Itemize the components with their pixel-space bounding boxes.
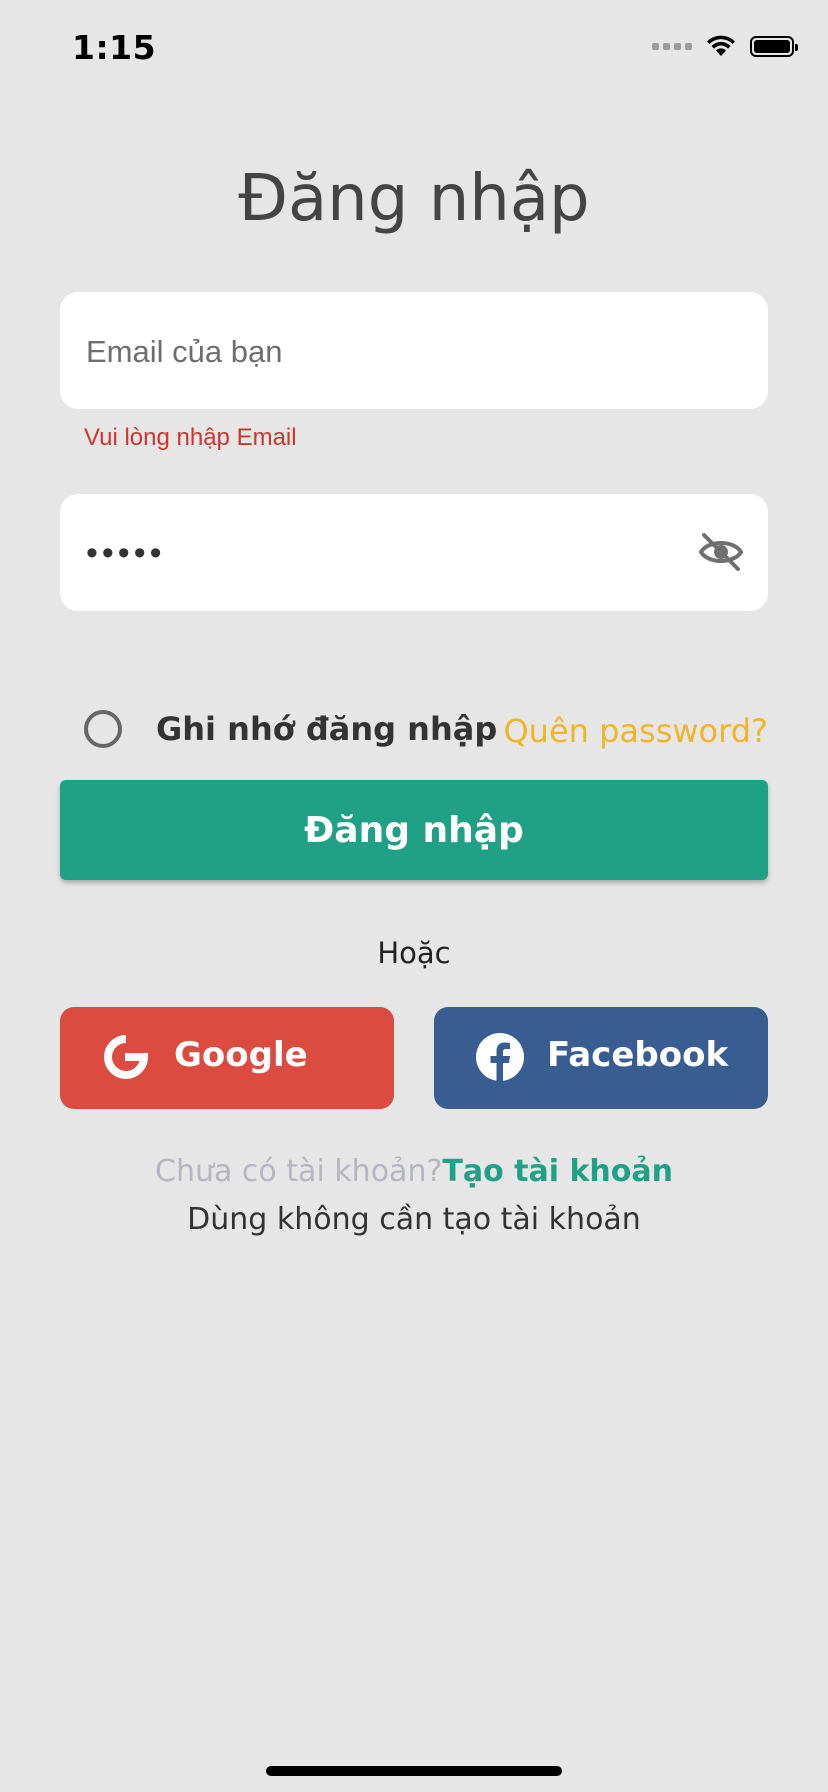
google-icon (104, 1035, 149, 1079)
remember-radio[interactable] (84, 710, 122, 748)
forgot-password-link[interactable]: Quên password? (503, 712, 768, 750)
status-icons (652, 34, 798, 58)
page-title: Đăng nhập (238, 162, 590, 236)
email-input[interactable] (84, 292, 708, 411)
signup-row: Chưa có tài khoản?Tạo tài khoản (0, 1154, 828, 1189)
eye-off-icon[interactable] (698, 532, 744, 572)
facebook-label: Facebook (547, 1035, 729, 1075)
guest-login-link[interactable]: Dùng không cần tạo tài khoản (0, 1202, 828, 1237)
facebook-login-button[interactable]: Facebook (434, 1007, 768, 1109)
email-error-message: Vui lòng nhập Email (84, 424, 297, 451)
password-input[interactable] (84, 494, 708, 613)
google-login-button[interactable]: Google (60, 1007, 394, 1109)
create-account-link[interactable]: Tạo tài khoản (442, 1154, 673, 1189)
battery-icon (750, 35, 798, 57)
google-label: Google (174, 1035, 308, 1075)
login-button[interactable]: Đăng nhập (60, 780, 768, 880)
password-field[interactable] (60, 494, 768, 613)
home-indicator[interactable] (266, 1766, 562, 1776)
wifi-icon (707, 35, 735, 56)
signal-icon (652, 42, 692, 50)
remember-label[interactable]: Ghi nhớ đăng nhập (156, 710, 497, 748)
remember-row: Ghi nhớ đăng nhập Quên password? (84, 706, 768, 756)
status-bar: 1:15 (0, 0, 828, 100)
facebook-icon (476, 1033, 524, 1081)
no-account-text: Chưa có tài khoản? (155, 1154, 443, 1189)
email-field[interactable] (60, 292, 768, 411)
status-time: 1:15 (72, 28, 157, 67)
or-divider-label: Hoặc (377, 936, 451, 970)
